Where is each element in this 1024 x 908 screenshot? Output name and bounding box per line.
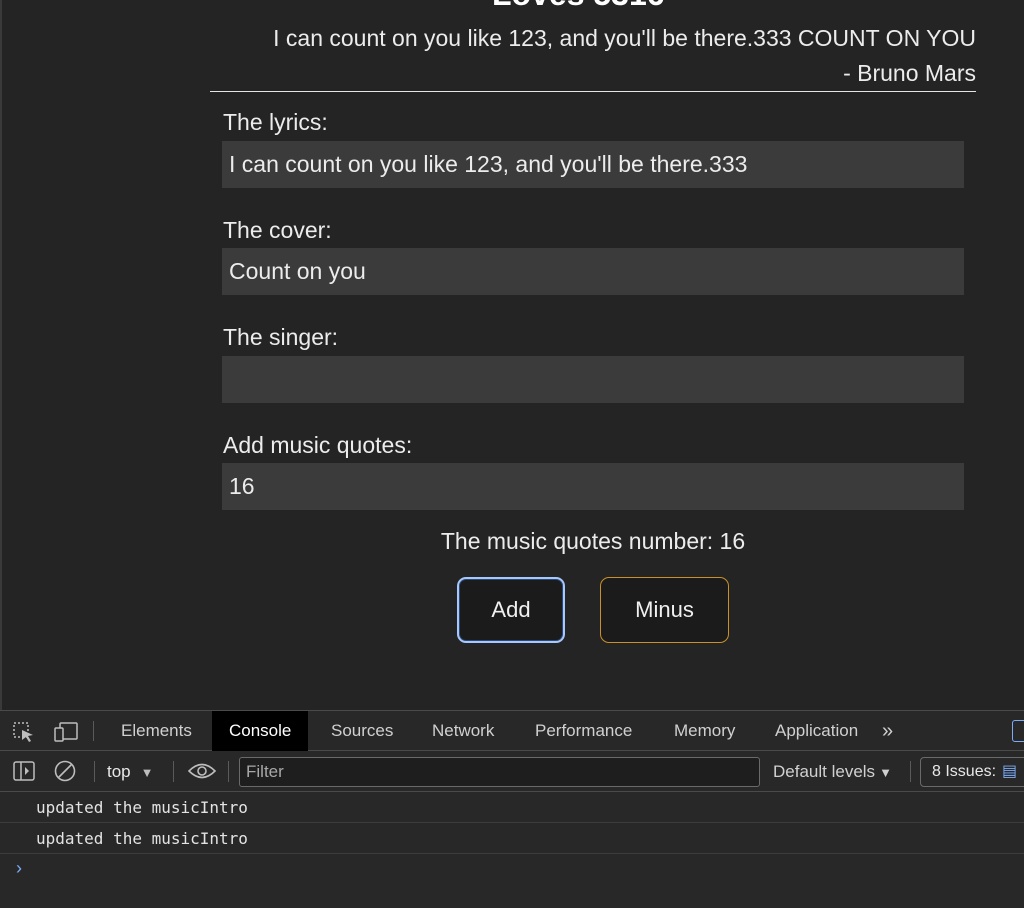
tab-performance[interactable]: Performance (518, 711, 649, 751)
tab-memory[interactable]: Memory (657, 711, 752, 751)
tab-separator (93, 721, 94, 741)
log-levels-dropdown[interactable]: Default levels ▼ (773, 761, 892, 784)
toolbar-separator (910, 761, 911, 782)
singer-label: The singer: (223, 324, 339, 350)
cover-input[interactable] (222, 248, 964, 295)
quotes-input[interactable] (222, 463, 964, 510)
console-toolbar: top▼ Default levels▼ 8 Issues:▤ (0, 751, 1024, 792)
minus-button[interactable]: Minus (600, 577, 729, 643)
lyrics-input[interactable] (222, 141, 964, 188)
log-levels-label: Default levels (773, 762, 876, 781)
clear-console-icon[interactable] (54, 760, 76, 785)
devtools-tab-bar: Elements Console Sources Network Perform… (0, 711, 1024, 751)
console-message: updated the musicIntro (0, 824, 1024, 854)
lyrics-label: The lyrics: (223, 109, 328, 135)
console-message: updated the musicIntro (0, 793, 1024, 823)
toolbar-separator (173, 761, 174, 782)
toolbar-separator (94, 761, 95, 782)
context-select[interactable]: top ▼ (107, 761, 154, 784)
tab-console[interactable]: Console (212, 711, 309, 751)
device-toolbar-icon[interactable] (54, 722, 78, 745)
tab-sources[interactable]: Sources (314, 711, 410, 751)
singer-input[interactable] (222, 356, 964, 403)
quotes-number-text: The music quotes number: 16 (440, 528, 746, 554)
add-button[interactable]: Add (457, 577, 565, 643)
quotes-label: Add music quotes: (223, 432, 413, 458)
caret-down-icon: ▼ (140, 765, 154, 780)
page-title: Loves 5316 (492, 0, 665, 10)
quote-author: - Bruno Mars (843, 60, 976, 86)
inspect-element-icon[interactable] (13, 722, 35, 745)
quote-block: I can count on you like 123, and you'll … (210, 22, 976, 92)
sidebar-toggle-icon[interactable] (13, 761, 35, 784)
live-expression-icon[interactable] (187, 762, 217, 783)
context-value: top (107, 762, 131, 781)
tab-application[interactable]: Application (758, 711, 875, 751)
message-icon: ▤ (1002, 763, 1018, 780)
filter-input[interactable] (239, 757, 760, 787)
messages-icon[interactable] (1012, 720, 1024, 742)
toolbar-separator (228, 761, 229, 782)
issues-button[interactable]: 8 Issues: ▤ (920, 757, 1024, 787)
caret-down-icon: ▼ (879, 765, 892, 780)
console-prompt-icon[interactable]: › (16, 858, 22, 878)
issues-count: 8 Issues: (932, 763, 997, 780)
app-viewport: Loves 5316 I can count on you like 123, … (0, 0, 1024, 710)
more-tabs-chevron-icon[interactable]: » (872, 711, 903, 751)
tab-elements[interactable]: Elements (104, 711, 209, 751)
devtools-panel: Elements Console Sources Network Perform… (0, 710, 1024, 908)
tab-network[interactable]: Network (415, 711, 511, 751)
cover-label: The cover: (223, 217, 332, 243)
quote-text: I can count on you like 123, and you'll … (273, 25, 976, 51)
